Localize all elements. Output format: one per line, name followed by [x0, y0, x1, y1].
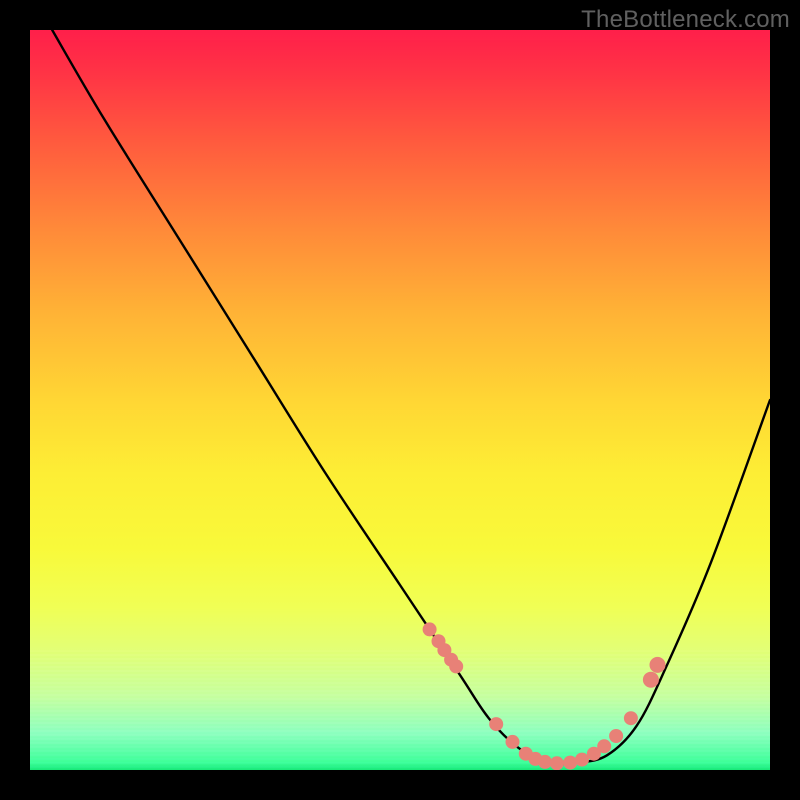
- marker-point: [449, 659, 463, 673]
- marker-point: [538, 755, 552, 769]
- chart-container: TheBottleneck.com: [0, 0, 800, 800]
- bottleneck-curve: [52, 30, 770, 764]
- marker-point: [624, 711, 638, 725]
- marker-point: [575, 753, 589, 767]
- marker-point: [489, 717, 503, 731]
- marker-point: [506, 735, 520, 749]
- marker-point: [423, 622, 437, 636]
- marker-point: [563, 756, 577, 770]
- watermark-text: TheBottleneck.com: [581, 6, 790, 34]
- curve-layer: [30, 30, 770, 770]
- marker-group: [423, 622, 666, 770]
- plot-area: [30, 30, 770, 770]
- marker-point: [550, 756, 564, 770]
- marker-point: [597, 739, 611, 753]
- marker-point: [643, 672, 659, 688]
- marker-point: [609, 729, 623, 743]
- marker-point: [650, 657, 666, 673]
